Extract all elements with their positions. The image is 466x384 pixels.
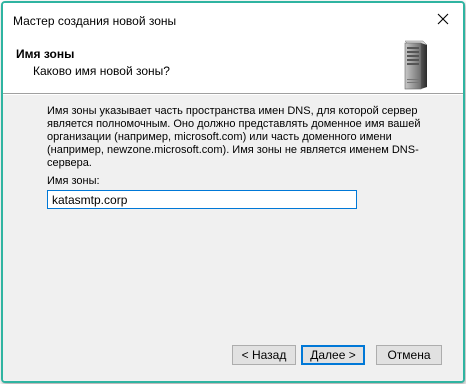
zone-description: Имя зоны указывает часть пространства им… — [47, 105, 421, 169]
wizard-header: Имя зоны Каково имя новой зоны? — [3, 37, 463, 93]
button-bar: < Назад Далее > Отмена — [3, 335, 463, 381]
page-title: Имя зоны — [16, 47, 75, 61]
close-icon — [437, 13, 449, 28]
title-bar: Мастер создания новой зоны — [3, 3, 463, 37]
cancel-button[interactable]: Отмена — [376, 345, 442, 365]
zone-name-input[interactable] — [47, 190, 357, 209]
close-button[interactable] — [423, 3, 463, 37]
zone-name-label: Имя зоны: — [47, 175, 100, 187]
wizard-dialog: Мастер создания новой зоны Имя зоны Како… — [1, 1, 465, 383]
page-subtitle: Каково имя новой зоны? — [33, 64, 170, 78]
wizard-body: Имя зоны указывает часть пространства им… — [3, 95, 463, 335]
server-icon — [399, 39, 429, 94]
next-button[interactable]: Далее > — [301, 345, 365, 365]
back-button[interactable]: < Назад — [232, 345, 296, 365]
window-title: Мастер создания новой зоны — [13, 14, 177, 28]
